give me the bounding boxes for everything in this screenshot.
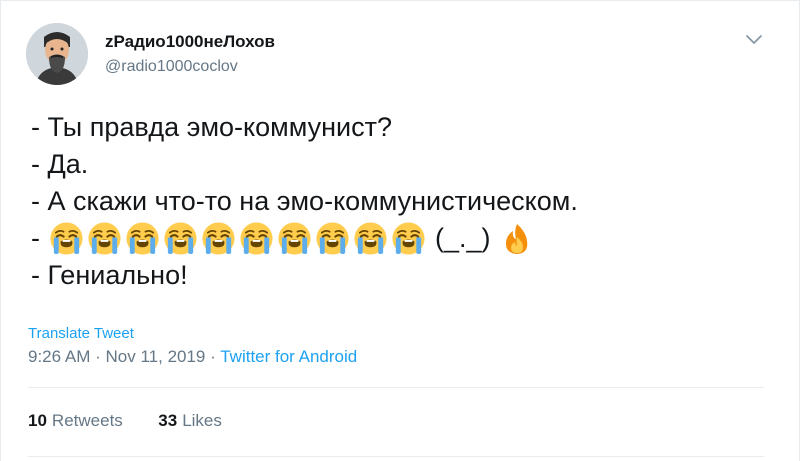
loudly-crying-face-emoji	[125, 221, 160, 256]
likes-stat[interactable]: 33 Likes	[158, 411, 222, 430]
loudly-crying-face-emoji	[87, 221, 122, 256]
tweet-text: - Ты правда эмо-коммунист? - Да. - А ска…	[31, 109, 578, 294]
meta-separator: ·	[95, 347, 101, 366]
kaomoji: (_._)	[435, 223, 491, 253]
tweet-time[interactable]: 9:26 AM	[28, 347, 90, 366]
loudly-crying-face-emoji	[353, 221, 388, 256]
tweet-line: - Гениально!	[31, 260, 188, 290]
loudly-crying-face-emoji	[163, 221, 198, 256]
fire-emoji	[505, 223, 527, 254]
crying-emoji-group	[49, 221, 426, 256]
emoji-line-prefix: -	[31, 223, 40, 253]
author-display-name[interactable]: zРадио1000неЛохов	[105, 32, 275, 52]
retweets-label: Retweets	[51, 411, 123, 430]
loudly-crying-face-emoji	[277, 221, 312, 256]
tweet-date[interactable]: Nov 11, 2019	[106, 347, 206, 366]
tweet-line: - Да.	[31, 149, 89, 179]
bearded-man-avatar	[26, 23, 88, 85]
tweet-stats: 10 Retweets 33 Likes	[28, 411, 222, 431]
tweet-line: - Ты правда эмо-коммунист?	[31, 112, 392, 142]
retweets-stat[interactable]: 10 Retweets	[28, 411, 123, 430]
likes-count: 33	[158, 411, 178, 430]
author-avatar[interactable]	[26, 23, 88, 85]
loudly-crying-face-emoji	[239, 221, 274, 256]
meta-separator: ·	[210, 347, 216, 366]
loudly-crying-face-emoji	[315, 221, 350, 256]
loudly-crying-face-emoji	[49, 221, 84, 256]
emoji-line: - (_._)	[31, 220, 578, 257]
tweet-line: - А скажи что-то на эмо-коммунистическом…	[31, 186, 578, 216]
divider	[28, 387, 764, 388]
divider	[28, 456, 764, 457]
author-handle[interactable]: @radio1000coclov	[105, 58, 238, 76]
translate-tweet-link[interactable]: Translate Tweet	[28, 325, 134, 342]
chevron-down-icon[interactable]	[745, 32, 763, 46]
loudly-crying-face-emoji	[391, 221, 426, 256]
tweet-meta: 9:26 AM · Nov 11, 2019 · Twitter for And…	[28, 347, 357, 367]
tweet-card: zРадио1000неЛохов @radio1000coclov - Ты …	[0, 0, 800, 461]
tweet-source-link[interactable]: Twitter for Android	[220, 347, 357, 366]
likes-label: Likes	[182, 411, 222, 430]
loudly-crying-face-emoji	[201, 221, 236, 256]
retweets-count: 10	[28, 411, 47, 430]
